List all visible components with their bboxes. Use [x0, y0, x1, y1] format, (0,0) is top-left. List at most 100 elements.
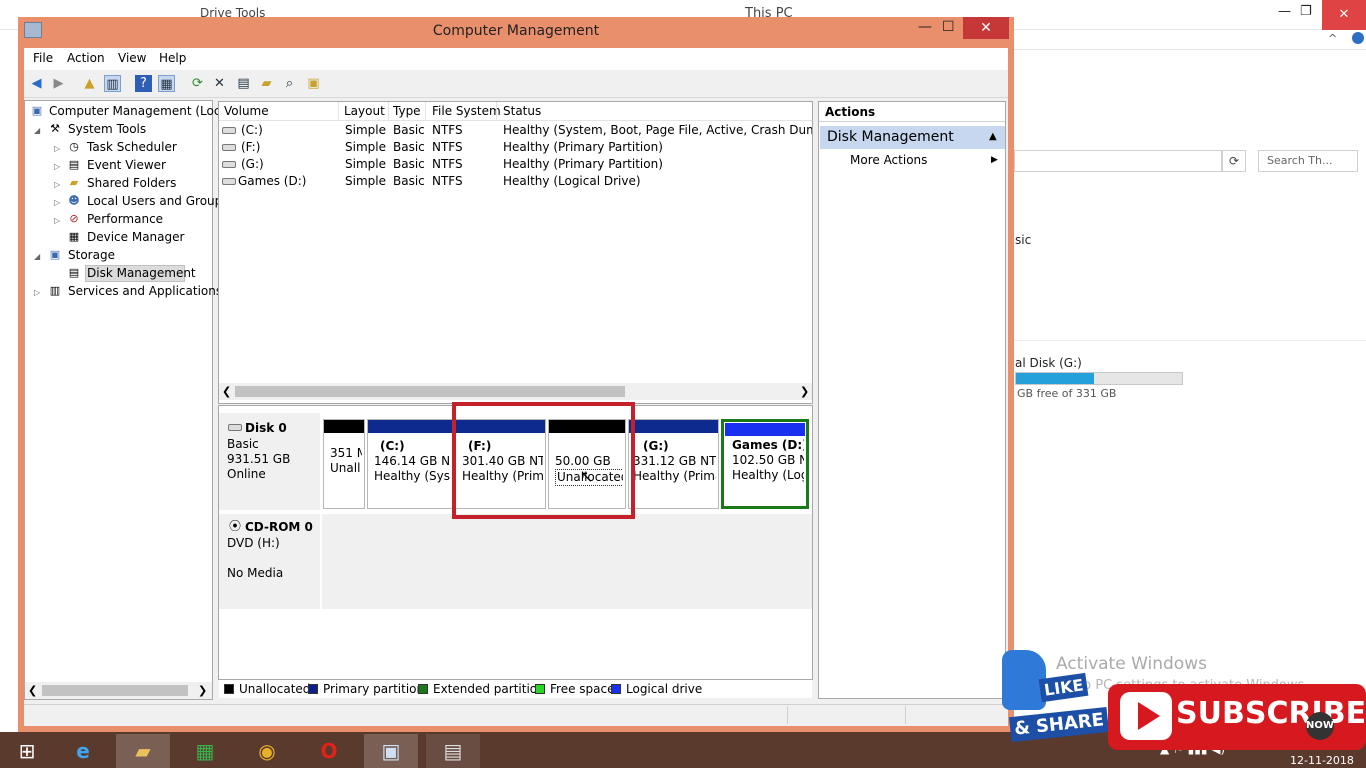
- column-header-volume[interactable]: Volume: [224, 104, 269, 118]
- column-divider[interactable]: [338, 102, 339, 121]
- properties-icon[interactable]: ▤: [235, 75, 252, 92]
- partition-size: 146.14 GB NTI: [374, 454, 450, 468]
- volume-name: (F:): [241, 140, 261, 154]
- cdrom-status: No Media: [227, 566, 284, 580]
- computer-management-taskbar-icon[interactable]: ▣: [364, 734, 418, 768]
- actions-section-title[interactable]: Disk Management: [827, 129, 954, 145]
- legend-extended-partition: Extended partition: [433, 682, 545, 696]
- collapse-arrow-icon[interactable]: ◢: [34, 126, 40, 135]
- collapse-arrow-icon[interactable]: ◢: [34, 252, 40, 261]
- expand-arrow-icon[interactable]: ▷: [34, 288, 40, 297]
- help-icon[interactable]: [1352, 32, 1364, 44]
- tree-item-task-scheduler[interactable]: Task Scheduler: [87, 140, 177, 154]
- tree-item-services-and-applications[interactable]: Services and Applications: [68, 284, 222, 298]
- tree-scroll-thumb[interactable]: [42, 685, 188, 696]
- scroll-right-icon[interactable]: ❯: [198, 684, 207, 697]
- disk0-type: Basic: [227, 437, 259, 451]
- more-actions-item[interactable]: More Actions: [850, 153, 927, 167]
- address-bar[interactable]: [1014, 150, 1222, 172]
- column-header-type[interactable]: Type: [393, 104, 421, 118]
- column-divider[interactable]: [425, 102, 426, 121]
- divider: [1014, 340, 1366, 341]
- collapse-icon[interactable]: ▲: [989, 131, 997, 142]
- partition-games-d[interactable]: Games (D:) 102.50 GB N Healthy (Log: [721, 419, 809, 509]
- tree-item-event-viewer[interactable]: Event Viewer: [87, 158, 166, 172]
- list-scroll-thumb[interactable]: [235, 386, 625, 397]
- calculator-icon[interactable]: ▤: [426, 734, 480, 768]
- tree-item-storage[interactable]: Storage: [68, 248, 115, 262]
- scroll-left-icon[interactable]: ❮: [222, 385, 231, 398]
- legend-primary-partition: Primary partition: [323, 682, 425, 696]
- background-minimize-button[interactable]: —: [1278, 4, 1291, 19]
- minimize-button[interactable]: —: [918, 19, 938, 35]
- ribbon-collapse-icon[interactable]: ^: [1328, 32, 1337, 45]
- cdrom-media-area[interactable]: [322, 514, 812, 609]
- partition-c[interactable]: (C:) 146.14 GB NTI Healthy (Syste: [367, 419, 453, 509]
- column-divider[interactable]: [388, 102, 389, 121]
- drive-g-label[interactable]: al Disk (G:): [1015, 356, 1082, 370]
- show-hide-console-tree-icon[interactable]: ▥: [104, 75, 121, 92]
- start-windows-icon[interactable]: ⊞: [0, 734, 54, 768]
- background-close-button[interactable]: ✕: [1322, 0, 1366, 30]
- tree-item-computer-management[interactable]: Computer Management (Local: [49, 104, 231, 118]
- back-icon[interactable]: ◀: [28, 75, 45, 92]
- partition-info: Games (D:) 102.50 GB N Healthy (Log: [732, 438, 804, 483]
- tree-item-shared-folders[interactable]: Shared Folders: [87, 176, 176, 190]
- partition-unallocated-351mb[interactable]: 351 M Unall: [323, 419, 365, 509]
- menu-file[interactable]: File: [33, 51, 53, 65]
- search-icon[interactable]: ⌕: [281, 75, 298, 92]
- activate-windows-title: Activate Windows: [1056, 654, 1207, 674]
- volume-type: Basic: [393, 140, 425, 154]
- partition-color-bar: [725, 423, 805, 436]
- chrome-icon[interactable]: ◉: [240, 734, 294, 768]
- show-action-pane-icon[interactable]: ▦: [158, 75, 175, 92]
- tree-item-disk-management[interactable]: Disk Management: [87, 266, 196, 280]
- menu-help[interactable]: Help: [159, 51, 186, 65]
- close-button[interactable]: ✕: [963, 17, 1009, 39]
- clock-icon: ◷: [69, 140, 79, 153]
- tree-item-performance[interactable]: Performance: [87, 212, 163, 226]
- tree-item-device-manager[interactable]: Device Manager: [87, 230, 184, 244]
- clock-date[interactable]: 12-11-2018: [1290, 754, 1354, 767]
- drive-free-text: GB free of 331 GB: [1017, 387, 1117, 400]
- expand-arrow-icon[interactable]: ▷: [54, 198, 60, 207]
- volume-layout: Simple: [345, 174, 386, 188]
- status-bar: [24, 704, 1008, 726]
- submenu-arrow-icon[interactable]: ▶: [991, 155, 998, 165]
- store-icon[interactable]: ▦: [178, 734, 232, 768]
- search-input[interactable]: Search Th...: [1258, 150, 1358, 172]
- open-folder-icon[interactable]: ▰: [258, 75, 275, 92]
- forward-icon[interactable]: ▶: [50, 75, 67, 92]
- drive-icon: [222, 127, 236, 134]
- refresh-icon[interactable]: ⟳: [1222, 150, 1246, 172]
- file-explorer-icon[interactable]: ▰: [116, 734, 170, 768]
- expand-arrow-icon[interactable]: ▷: [54, 144, 60, 153]
- column-header-layout[interactable]: Layout: [344, 104, 385, 118]
- refresh-icon[interactable]: ⟳: [189, 75, 206, 92]
- up-folder-icon[interactable]: ▲: [81, 75, 98, 92]
- status-divider: [905, 706, 906, 724]
- internet-explorer-icon[interactable]: e: [56, 734, 110, 768]
- partition-g[interactable]: (G:) 331.12 GB NTF: Healthy (Prima: [628, 419, 719, 509]
- legend-swatch-free: [535, 684, 545, 694]
- tree-item-local-users-and-groups[interactable]: Local Users and Groups: [87, 194, 229, 208]
- help-topic-icon[interactable]: ?: [135, 75, 152, 92]
- column-divider[interactable]: [496, 102, 497, 121]
- menu-view[interactable]: View: [118, 51, 146, 65]
- export-list-icon[interactable]: ▣: [305, 75, 322, 92]
- expand-arrow-icon[interactable]: ▷: [54, 216, 60, 225]
- scroll-right-icon[interactable]: ❯: [800, 385, 809, 398]
- scroll-left-icon[interactable]: ❮: [28, 684, 37, 697]
- maximize-button[interactable]: ☐: [942, 19, 962, 35]
- opera-icon[interactable]: O: [302, 734, 356, 768]
- users-icon: ☻: [68, 194, 80, 207]
- menu-action[interactable]: Action: [67, 51, 105, 65]
- background-maximize-button[interactable]: ❐: [1300, 4, 1312, 19]
- column-header-file-system[interactable]: File System: [432, 104, 501, 118]
- expand-arrow-icon[interactable]: ▷: [54, 162, 60, 171]
- expand-arrow-icon[interactable]: ▷: [54, 180, 60, 189]
- column-header-status[interactable]: Status: [503, 104, 541, 118]
- drive-icon: [222, 161, 236, 168]
- tree-item-system-tools[interactable]: System Tools: [68, 122, 146, 136]
- delete-icon[interactable]: ✕: [211, 75, 228, 92]
